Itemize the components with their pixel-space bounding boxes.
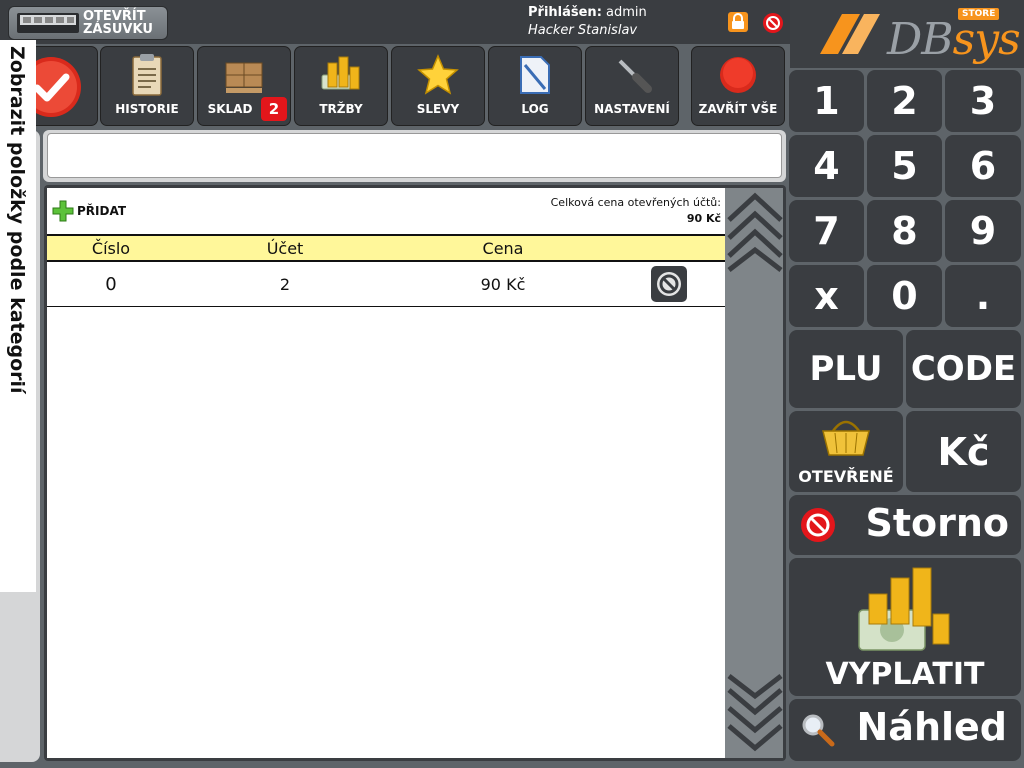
plus-icon: [52, 200, 74, 222]
star-icon: [417, 54, 459, 95]
key-7[interactable]: 7: [789, 200, 864, 262]
cancel-circle-icon: [657, 272, 681, 296]
log-button[interactable]: LOG: [488, 46, 582, 126]
screwdriver-icon: [618, 59, 652, 93]
magnifier-icon: [802, 714, 835, 747]
key-6[interactable]: 6: [945, 135, 1021, 197]
key-5[interactable]: 5: [867, 135, 942, 197]
row-price: 90 Kč: [480, 275, 526, 294]
total-value: 90 Kč: [686, 212, 721, 225]
pallet-boxes-icon: [225, 62, 263, 93]
close-all-label: ZAVŘÍT VŠE: [698, 102, 778, 116]
code-button[interactable]: CODE: [906, 330, 1021, 408]
storno-button[interactable]: Storno: [789, 495, 1021, 555]
input-frame: [43, 130, 786, 182]
clipboard-icon: [132, 54, 162, 96]
open-accounts-label: OTEVŘENÉ: [798, 467, 894, 486]
key-decimal[interactable]: .: [945, 265, 1021, 327]
basket-icon: [822, 420, 870, 456]
key-3[interactable]: 3: [945, 70, 1021, 132]
table-header: Číslo Účet Cena: [47, 234, 725, 262]
document-icon: [520, 56, 550, 94]
settings-label: NASTAVENÍ: [594, 102, 670, 116]
lock-icon[interactable]: [727, 11, 749, 33]
log-label: LOG: [521, 102, 549, 116]
currency-button[interactable]: Kč: [906, 411, 1021, 492]
column-number: Číslo: [91, 239, 131, 258]
key-9[interactable]: 9: [945, 200, 1021, 262]
pay-label: VYPLATIT: [825, 657, 985, 692]
key-multiply[interactable]: x: [789, 265, 864, 327]
search-input[interactable]: [47, 133, 782, 178]
store-badge: STORE: [958, 8, 1000, 20]
discounts-button[interactable]: SLEVY: [391, 46, 485, 126]
logo-text: DBsys: [887, 14, 1021, 65]
open-accounts-button[interactable]: OTEVŘENÉ: [789, 411, 903, 492]
scroll-down-chevrons-icon[interactable]: [727, 672, 783, 754]
column-price: Cena: [482, 239, 524, 258]
preview-label: Náhled: [856, 705, 1008, 749]
discounts-label: SLEVY: [416, 102, 460, 116]
logged-in-label: Přihlášen:: [528, 5, 602, 20]
key-1[interactable]: 1: [789, 70, 864, 132]
storno-label: Storno: [865, 501, 1009, 545]
sales-button[interactable]: TRŽBY: [294, 46, 388, 126]
logged-in-user: admin: [606, 5, 647, 20]
login-info: Přihlášen: admin Hacker Stanislav: [528, 4, 647, 40]
logo-mark-icon: [820, 14, 880, 54]
logout-stop-icon[interactable]: [762, 12, 784, 34]
key-8[interactable]: 8: [867, 200, 942, 262]
row-account: 2: [279, 275, 291, 294]
storno-stop-icon: [801, 508, 835, 542]
scroll-up-chevrons-icon[interactable]: [727, 190, 783, 272]
close-all-button[interactable]: ZAVŘÍT VŠE: [691, 46, 785, 126]
coins-money-icon: [858, 567, 950, 651]
category-tab-label: Zobrazit položky podle kategorií: [6, 46, 28, 394]
coins-icon: [321, 56, 360, 90]
sales-label: TRŽBY: [319, 102, 363, 116]
row-number: 0: [105, 274, 117, 295]
stock-button[interactable]: SKLAD 2: [197, 46, 291, 126]
key-4[interactable]: 4: [789, 135, 864, 197]
pay-button[interactable]: VYPLATIT: [789, 558, 1021, 696]
table-row[interactable]: 0 2 90 Kč: [47, 262, 725, 307]
red-dot-icon: [720, 57, 756, 93]
open-accounts-total: Celková cena otevřených účtů: 90 Kč: [551, 195, 721, 227]
plu-button[interactable]: PLU: [789, 330, 903, 408]
settings-button[interactable]: NASTAVENÍ: [585, 46, 679, 126]
add-label: PŘIDAT: [77, 204, 127, 218]
key-2[interactable]: 2: [867, 70, 942, 132]
operator-name: Hacker Stanislav: [528, 23, 638, 38]
cash-drawer-icon: [17, 13, 79, 33]
total-label: Celková cena otevřených účtů:: [550, 196, 721, 209]
row-cancel-button[interactable]: [651, 266, 687, 302]
preview-button[interactable]: Náhled: [789, 699, 1021, 761]
key-0[interactable]: 0: [867, 265, 942, 327]
add-button[interactable]: PŘIDAT: [52, 199, 126, 223]
stock-count-badge: 2: [261, 97, 287, 121]
open-drawer-button[interactable]: OTEVŘÍT ZÁSUVKU: [8, 6, 168, 40]
column-account: Účet: [266, 239, 304, 258]
open-drawer-label: OTEVŘÍT ZÁSUVKU: [83, 9, 153, 37]
